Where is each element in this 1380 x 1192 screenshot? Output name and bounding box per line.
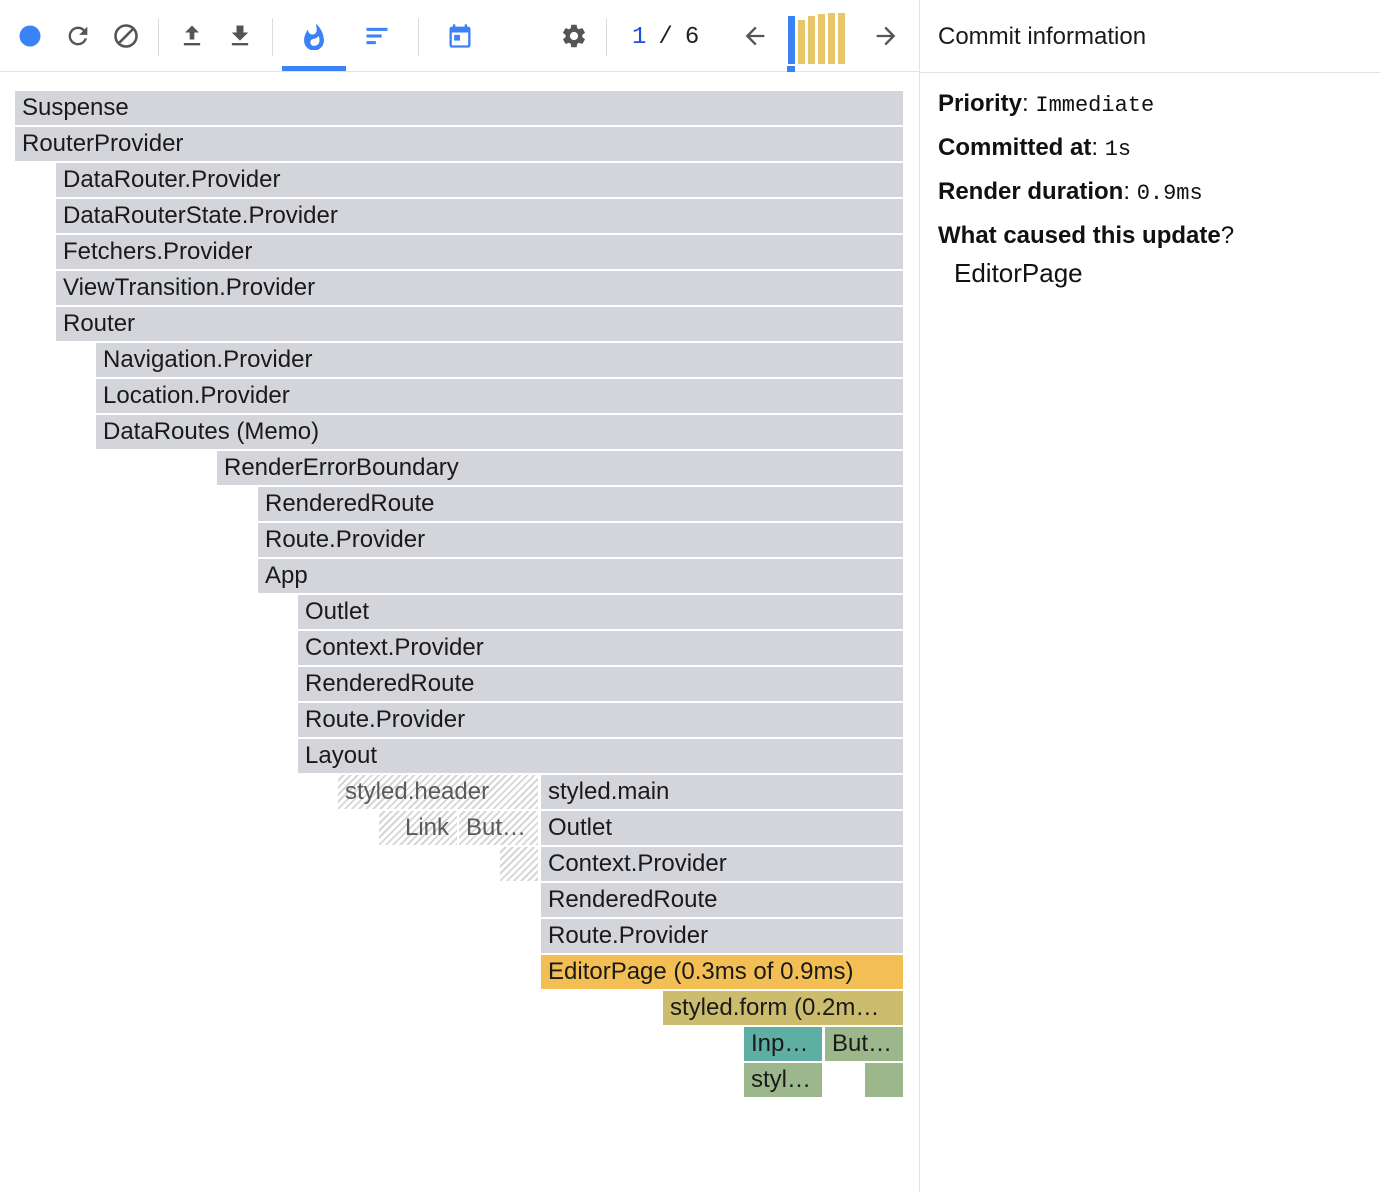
- tab-ranked[interactable]: [355, 14, 399, 58]
- clear-icon: [114, 24, 138, 48]
- flame-node-viewtransition-provider[interactable]: ViewTransition.Provider: [56, 271, 903, 305]
- commit-separator: /: [658, 23, 673, 51]
- flame-node-datarouter-provider[interactable]: DataRouter.Provider: [56, 163, 903, 197]
- priority-row: Priority: Immediate: [938, 90, 1155, 118]
- commit-current: 1: [632, 23, 647, 51]
- record-icon: [19, 25, 41, 47]
- flame-node-renderedroute[interactable]: RenderedRoute: [258, 487, 903, 521]
- flame-node-route-provider[interactable]: Route.Provider: [258, 523, 903, 557]
- flame-node-fetchers-provider[interactable]: Fetchers.Provider: [56, 235, 903, 269]
- update-cause-item[interactable]: EditorPage: [954, 258, 1083, 289]
- calendar-icon: [449, 24, 471, 48]
- commit-bar[interactable]: [828, 13, 835, 64]
- upload-icon: [183, 25, 201, 46]
- arrow-right-icon: [876, 26, 896, 46]
- flame-node-input-truncated[interactable]: Inp…: [744, 1027, 822, 1061]
- committed-at-row: Committed at: 1s: [938, 134, 1132, 162]
- render-duration-label: Render duration: [938, 178, 1124, 205]
- flame-node-route-provider[interactable]: Route.Provider: [541, 919, 903, 953]
- priority-label: Priority: [938, 90, 1023, 117]
- flame-node-dataroutes-memo[interactable]: DataRoutes (Memo): [96, 415, 903, 449]
- commit-bar[interactable]: [808, 16, 815, 64]
- record-button[interactable]: [8, 14, 52, 58]
- flame-node-styled-truncated[interactable]: styl…: [744, 1063, 822, 1097]
- download-icon: [231, 25, 249, 46]
- profiler-toolbar: 1 / 6: [0, 0, 919, 72]
- commit-selector[interactable]: [786, 10, 848, 72]
- panel-divider[interactable]: [919, 0, 920, 1192]
- tab-timeline[interactable]: [438, 14, 482, 58]
- flame-node-layout[interactable]: Layout: [298, 739, 903, 773]
- flame-node-unnamed[interactable]: [865, 1063, 903, 1097]
- flame-node-route-provider[interactable]: Route.Provider: [298, 703, 903, 737]
- arrow-left-icon: [745, 26, 765, 46]
- reload-icon: [68, 26, 88, 46]
- settings-button[interactable]: [552, 14, 596, 58]
- flame-node-button-truncated[interactable]: But…: [825, 1027, 903, 1061]
- flame-node-outlet[interactable]: Outlet: [541, 811, 903, 845]
- committed-at-value: 1s: [1104, 137, 1132, 162]
- flame-icon: [304, 23, 324, 50]
- previous-commit-button[interactable]: [733, 14, 777, 58]
- flame-node-renderedroute[interactable]: RenderedRoute: [298, 667, 903, 701]
- flame-node-rendererrorboundary[interactable]: RenderErrorBoundary: [217, 451, 903, 485]
- commit-total: 6: [684, 23, 700, 51]
- commit-bar[interactable]: [788, 16, 795, 64]
- clear-button[interactable]: [104, 14, 148, 58]
- flame-node-datarouterstate-provider[interactable]: DataRouterState.Provider: [56, 199, 903, 233]
- commit-bar[interactable]: [838, 13, 845, 64]
- flame-node-navigation-provider[interactable]: Navigation.Provider: [96, 343, 903, 377]
- flame-node-routerprovider[interactable]: RouterProvider: [15, 127, 903, 161]
- flame-node-link[interactable]: Link: [379, 811, 457, 845]
- flame-node-app[interactable]: App: [258, 559, 903, 593]
- flame-node-context-provider[interactable]: Context.Provider: [541, 847, 903, 881]
- update-cause-label: What caused this update: [938, 222, 1221, 249]
- flame-node-outlet[interactable]: Outlet: [298, 595, 903, 629]
- flame-node-renderedroute[interactable]: RenderedRoute: [541, 883, 903, 917]
- commit-bar[interactable]: [798, 20, 805, 64]
- render-duration-value: 0.9ms: [1136, 181, 1203, 206]
- flame-node-suspense[interactable]: Suspense: [15, 91, 903, 125]
- ranked-icon: [366, 27, 388, 45]
- reload-and-profile-button[interactable]: [56, 14, 100, 58]
- flame-node-context-provider[interactable]: Context.Provider: [298, 631, 903, 665]
- load-profile-button[interactable]: [170, 14, 214, 58]
- update-cause-row: What caused this update?: [938, 222, 1235, 249]
- committed-at-label: Committed at: [938, 134, 1092, 161]
- render-duration-row: Render duration: 0.9ms: [938, 178, 1203, 206]
- gear-icon: [563, 24, 585, 48]
- flamegraph-chart: Suspense RouterProvider DataRouter.Provi…: [0, 72, 919, 1192]
- flame-node-unnamed[interactable]: [500, 847, 538, 881]
- flame-node-location-provider[interactable]: Location.Provider: [96, 379, 903, 413]
- flame-node-router[interactable]: Router: [56, 307, 903, 341]
- flame-node-editorpage[interactable]: EditorPage (0.3ms of 0.9ms): [541, 955, 903, 989]
- active-tab-indicator: [282, 66, 346, 71]
- flame-node-styled-form[interactable]: styled.form (0.2m…: [663, 991, 903, 1025]
- priority-value: Immediate: [1035, 93, 1155, 118]
- tab-flamegraph[interactable]: [292, 14, 336, 58]
- commit-counter: 1 / 6: [632, 20, 699, 54]
- flame-node-button-truncated[interactable]: But…: [459, 811, 538, 845]
- commit-bar[interactable]: [818, 14, 825, 64]
- flame-node-styled-header[interactable]: styled.header: [338, 775, 538, 809]
- commit-info-header: Commit information: [920, 0, 1380, 73]
- save-profile-button[interactable]: [218, 14, 262, 58]
- next-commit-button[interactable]: [864, 14, 908, 58]
- flame-node-styled-main[interactable]: styled.main: [541, 775, 903, 809]
